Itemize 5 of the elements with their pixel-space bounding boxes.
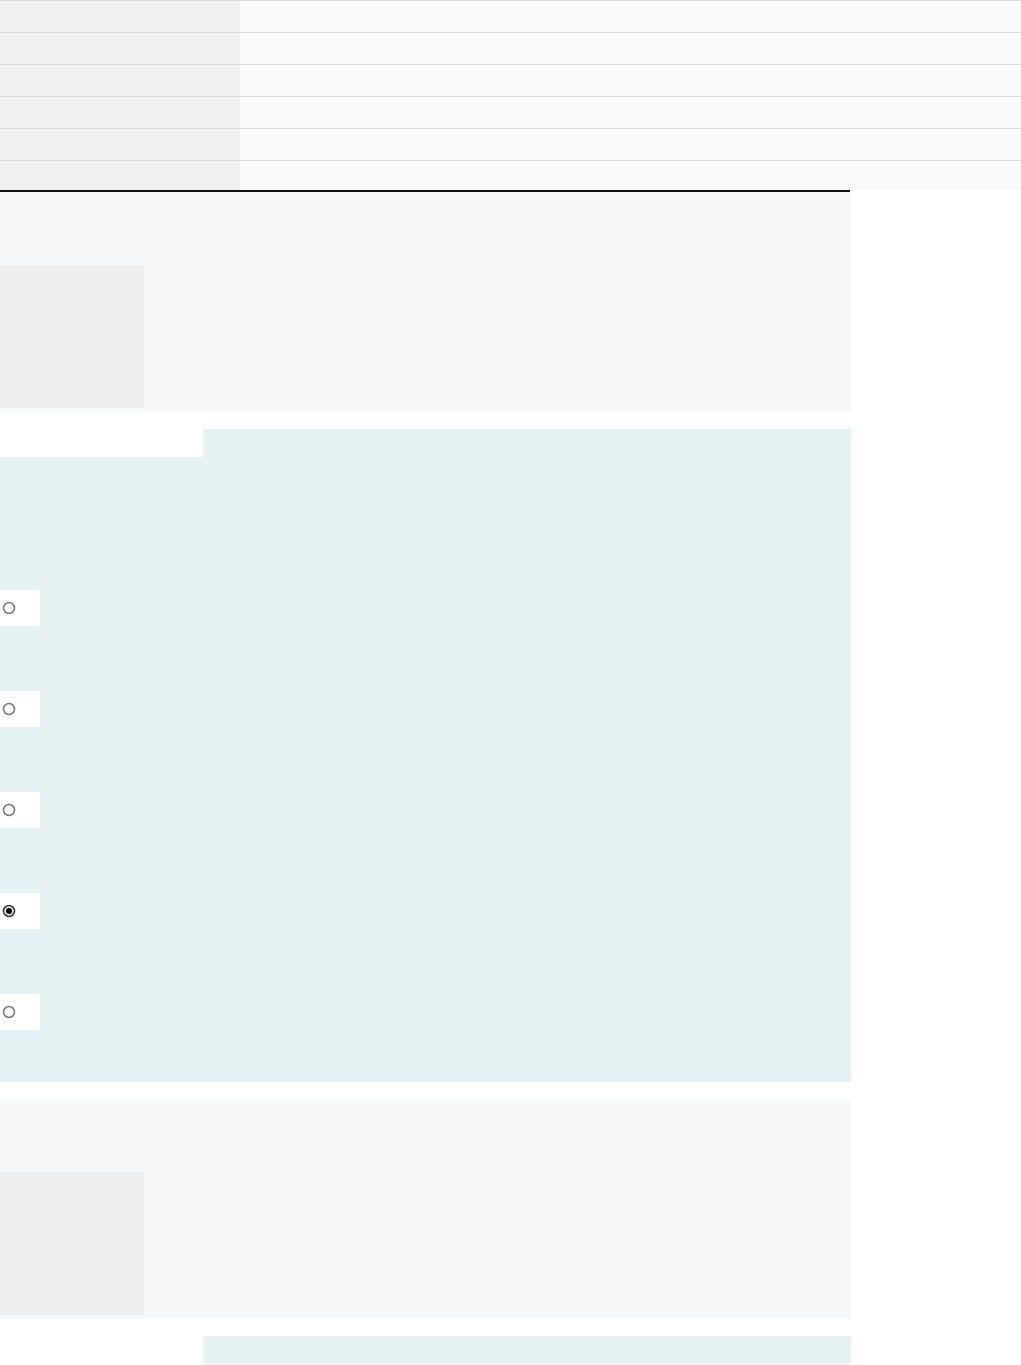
radio-button[interactable]	[0, 792, 40, 828]
radio-button[interactable]	[0, 994, 40, 1030]
radio-button[interactable]	[0, 893, 40, 929]
radio-button[interactable]	[0, 691, 40, 727]
radio-button[interactable]	[0, 590, 40, 626]
